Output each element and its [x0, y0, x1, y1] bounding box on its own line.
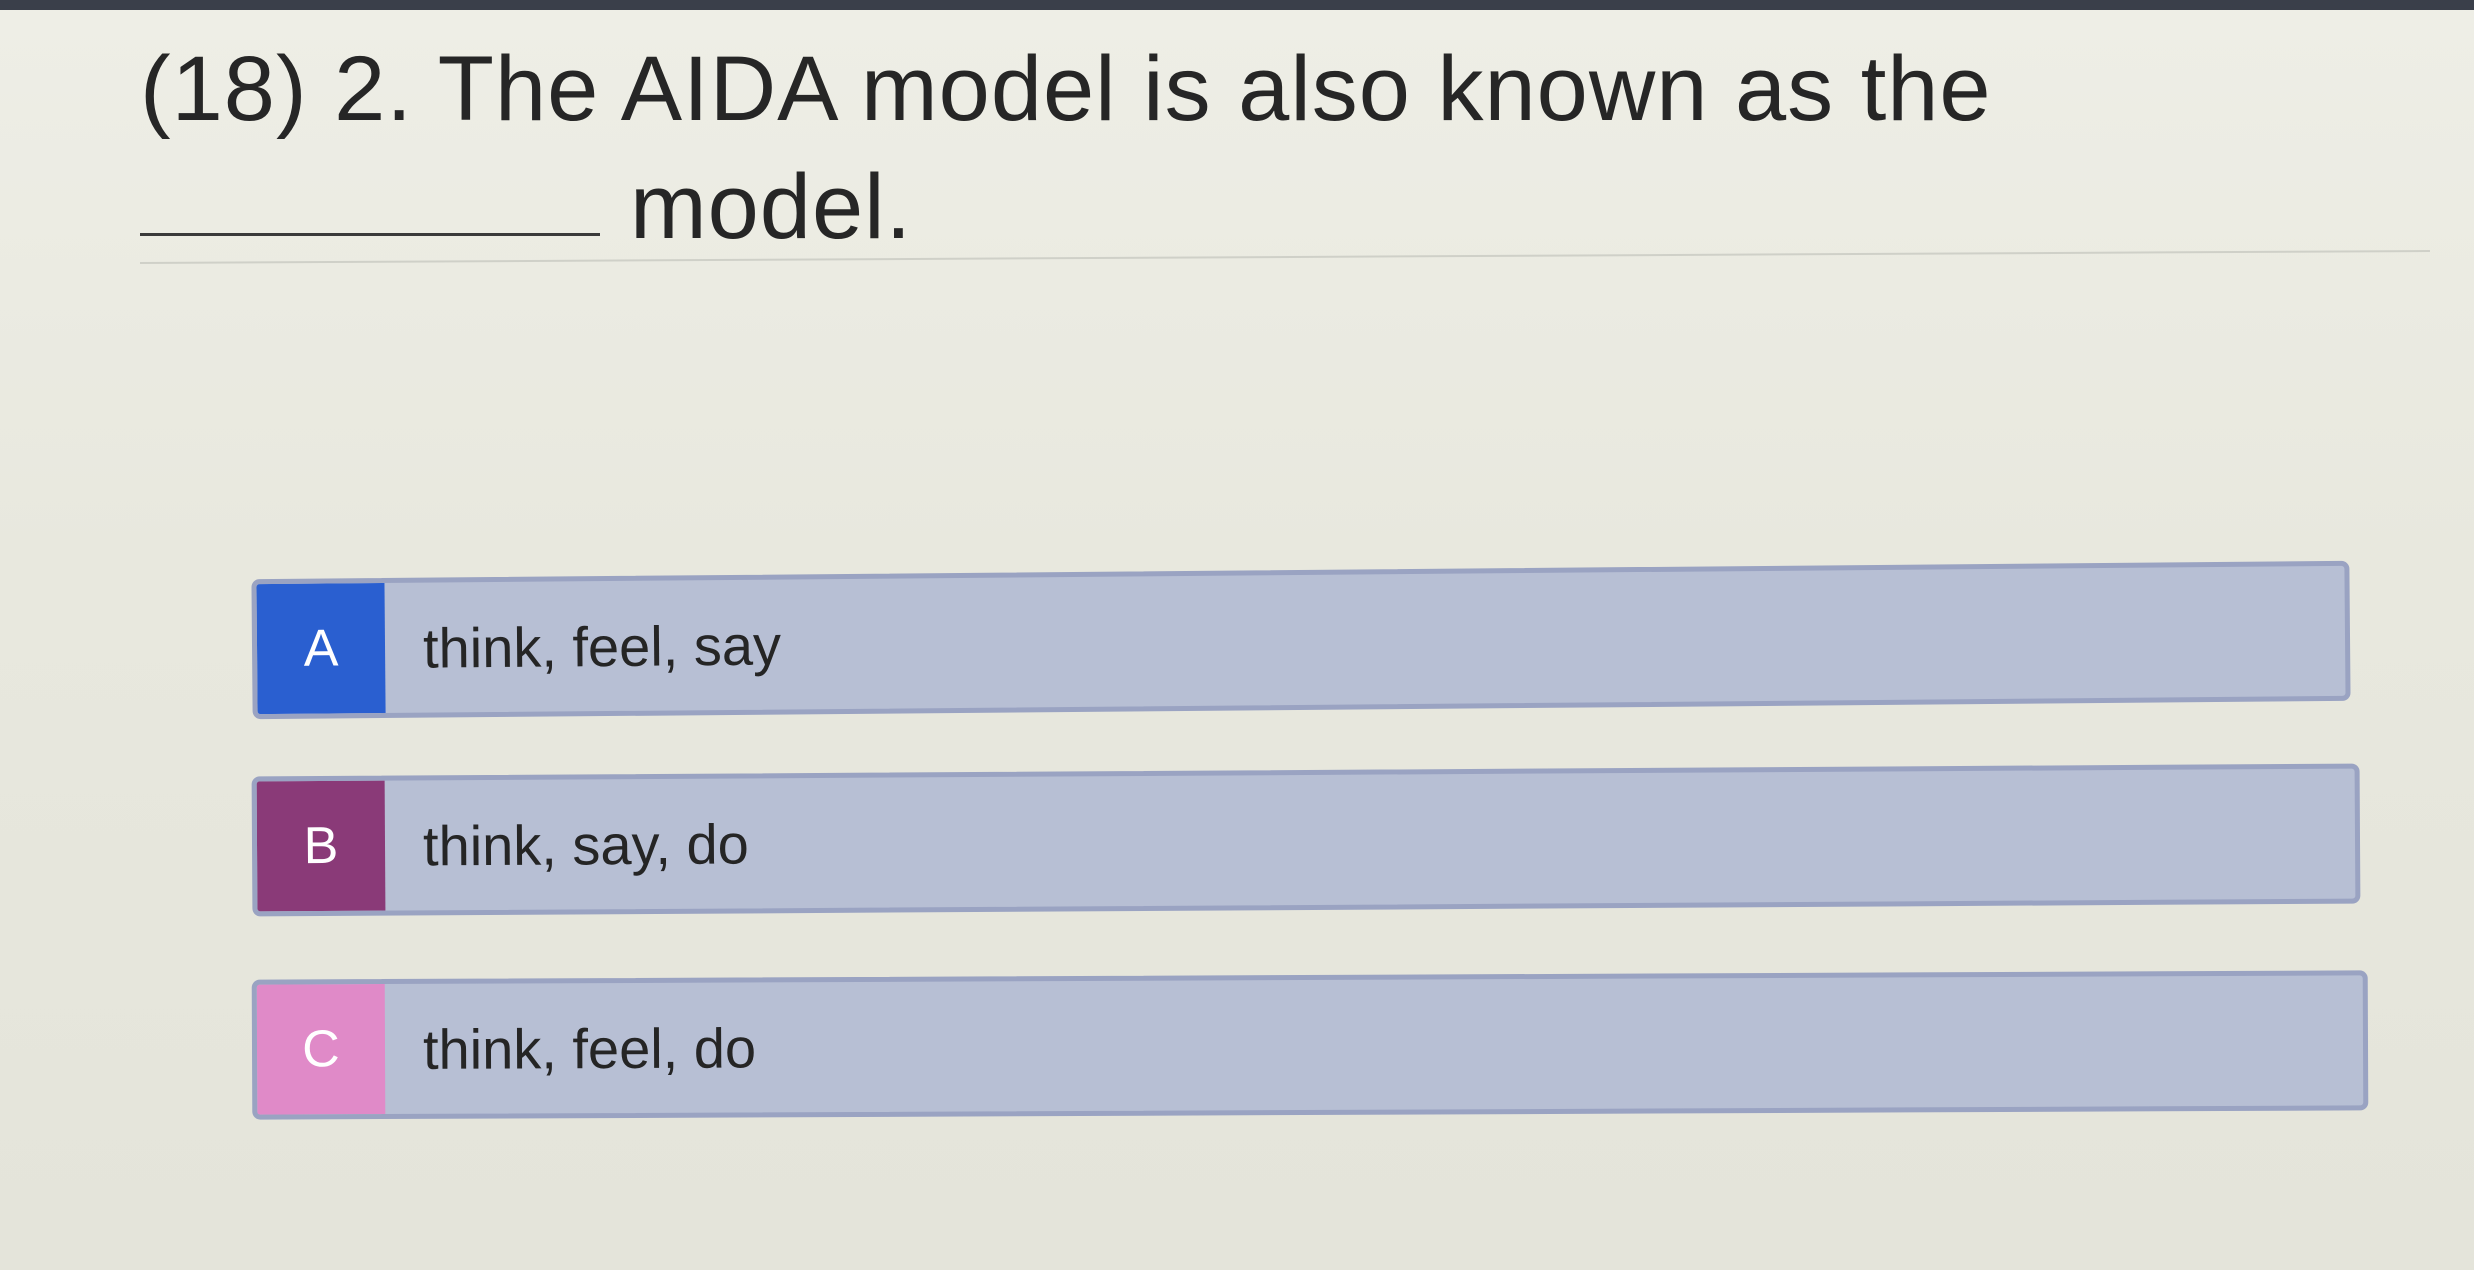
- answer-option-c-text: think, feel, do: [422, 1015, 757, 1081]
- question-line-1: (18) 2. The AIDA model is also known as …: [140, 38, 1992, 140]
- question-text: (18) 2. The AIDA model is also known as …: [140, 30, 2390, 266]
- answer-option-a-text: think, feel, say: [422, 613, 782, 680]
- answer-option-b-text: think, say, do: [422, 811, 750, 877]
- answer-option-c[interactable]: C think, feel, do: [251, 970, 2369, 1120]
- answer-blank: [140, 233, 600, 236]
- answer-letter-badge-b: B: [256, 780, 386, 912]
- answer-option-b[interactable]: B think, say, do: [251, 763, 2361, 917]
- answer-letter-badge-c: C: [256, 984, 386, 1115]
- question-line-2-text: model.: [630, 156, 913, 258]
- question-line-2: model.: [140, 148, 2390, 266]
- top-strip: [0, 0, 2474, 10]
- answer-letter-badge-a: A: [256, 582, 386, 715]
- answer-option-a[interactable]: A think, feel, say: [251, 560, 2351, 720]
